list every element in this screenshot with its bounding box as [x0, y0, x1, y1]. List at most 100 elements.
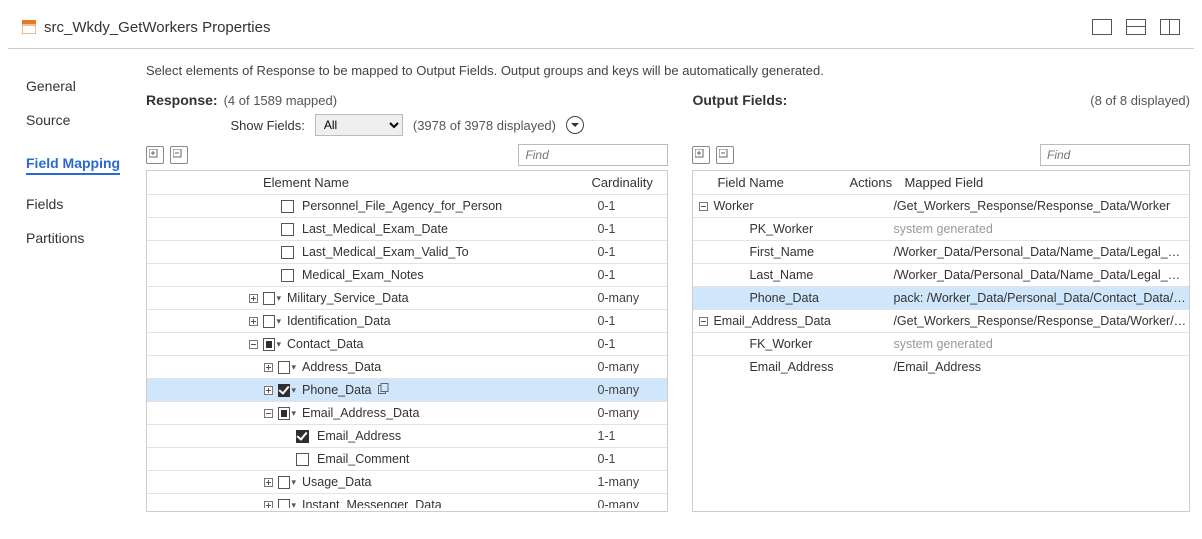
field-name[interactable]: First_Name	[749, 245, 893, 259]
map-checkbox[interactable]	[293, 453, 311, 466]
response-row[interactable]: ▾Instant_Messenger_Data0-many	[147, 493, 667, 508]
expand-toggle-icon[interactable]	[693, 202, 713, 211]
sidenav-item-source[interactable]: Source	[26, 103, 138, 137]
expand-all-button[interactable]	[146, 146, 164, 164]
cardinality-value: 0-1	[597, 452, 667, 466]
map-checkbox[interactable]: ▾	[263, 292, 281, 305]
expand-toggle-icon[interactable]	[264, 501, 278, 509]
output-row[interactable]: Worker/Get_Workers_Response/Response_Dat…	[693, 194, 1189, 217]
element-name[interactable]: Email_Address_Data	[296, 406, 597, 420]
response-row[interactable]: ▾Email_Address_Data0-many	[147, 401, 667, 424]
output-header-mapped-field: Mapped Field	[904, 175, 1183, 190]
response-row[interactable]: Last_Medical_Exam_Valid_To0-1	[147, 240, 667, 263]
element-name[interactable]: Personnel_File_Agency_for_Person	[296, 199, 597, 213]
response-row[interactable]: ▾Phone_Data0-many	[147, 378, 667, 401]
expand-toggle-icon[interactable]	[249, 294, 263, 303]
field-name[interactable]: Email_Address_Data	[713, 314, 893, 328]
expand-toggle-icon[interactable]	[264, 478, 278, 487]
expand-toggle-icon[interactable]	[249, 317, 263, 326]
map-checkbox[interactable]: ▾	[278, 407, 296, 420]
response-find-input[interactable]	[518, 144, 668, 166]
output-row[interactable]: Email_Address/Email_Address	[693, 355, 1189, 378]
layout-horizontal-split-button[interactable]	[1126, 19, 1146, 35]
cardinality-value: 0-1	[597, 245, 667, 259]
element-name[interactable]: Medical_Exam_Notes	[296, 268, 597, 282]
element-name[interactable]: Military_Service_Data	[281, 291, 597, 305]
element-name[interactable]: Email_Address	[311, 429, 597, 443]
sidenav-item-field-mapping[interactable]: Field Mapping	[26, 146, 120, 175]
response-row[interactable]: Medical_Exam_Notes0-1	[147, 263, 667, 286]
sidenav-item-general[interactable]: General	[26, 69, 138, 103]
map-checkbox[interactable]	[278, 200, 296, 213]
expand-toggle-icon[interactable]	[693, 317, 713, 326]
element-name[interactable]: Usage_Data	[296, 475, 597, 489]
element-name[interactable]: Address_Data	[296, 360, 597, 374]
field-name[interactable]: PK_Worker	[749, 222, 893, 236]
cardinality-value: 0-1	[597, 268, 667, 282]
element-name[interactable]: Instant_Messenger_Data	[296, 498, 597, 508]
output-collapse-all-button[interactable]	[716, 146, 734, 164]
output-row[interactable]: Last_Name/Worker_Data/Personal_Data/Name…	[693, 263, 1189, 286]
map-checkbox[interactable]: ▾	[278, 499, 296, 509]
element-name[interactable]: Email_Comment	[311, 452, 597, 466]
cardinality-value: 0-many	[597, 498, 667, 508]
field-name[interactable]: Worker	[713, 199, 893, 213]
layout-single-button[interactable]	[1092, 19, 1112, 35]
expand-toggle-icon[interactable]	[264, 409, 278, 418]
show-fields-select[interactable]: All	[315, 114, 403, 136]
response-row[interactable]: ▾Identification_Data0-1	[147, 309, 667, 332]
map-checkbox[interactable]	[278, 246, 296, 259]
response-row[interactable]: Email_Comment0-1	[147, 447, 667, 470]
field-name[interactable]: Phone_Data	[749, 291, 893, 305]
response-row[interactable]: Last_Medical_Exam_Date0-1	[147, 217, 667, 240]
output-row[interactable]: PK_Workersystem generated	[693, 217, 1189, 240]
sidenav-item-partitions[interactable]: Partitions	[26, 221, 138, 255]
map-checkbox[interactable]: ▾	[278, 476, 296, 489]
element-name[interactable]: Last_Medical_Exam_Valid_To	[296, 245, 597, 259]
response-row[interactable]: ▾Usage_Data1-many	[147, 470, 667, 493]
output-row[interactable]: Phone_Datapack: /Worker_Data/Personal_Da…	[693, 286, 1189, 309]
output-expand-all-button[interactable]	[692, 146, 710, 164]
element-name[interactable]: Identification_Data	[281, 314, 597, 328]
expand-toggle-icon[interactable]	[249, 340, 263, 349]
map-checkbox[interactable]: ▾	[278, 361, 296, 374]
mapped-field-value: pack: /Worker_Data/Personal_Data/Contact…	[893, 291, 1189, 305]
response-header-cardinality: Cardinality	[591, 175, 661, 190]
map-checkbox[interactable]: ▾	[278, 384, 296, 397]
output-row[interactable]: Email_Address_Data/Get_Workers_Response/…	[693, 309, 1189, 332]
response-row[interactable]: ▾Military_Service_Data0-many	[147, 286, 667, 309]
app-icon	[22, 20, 36, 34]
response-row[interactable]: Personnel_File_Agency_for_Person0-1	[147, 194, 667, 217]
mapped-field-value: /Email_Address	[893, 360, 1189, 374]
expand-toggle-icon[interactable]	[264, 386, 278, 395]
field-name[interactable]: Last_Name	[749, 268, 893, 282]
output-row[interactable]: First_Name/Worker_Data/Personal_Data/Nam…	[693, 240, 1189, 263]
response-row[interactable]: Email_Address1-1	[147, 424, 667, 447]
response-tree[interactable]: Personnel_File_Agency_for_Person0-1Last_…	[147, 194, 667, 508]
copy-icon[interactable]	[378, 383, 389, 394]
map-checkbox[interactable]	[293, 430, 311, 443]
response-row[interactable]: ▾Contact_Data0-1	[147, 332, 667, 355]
element-name[interactable]: Contact_Data	[281, 337, 597, 351]
collapse-all-button[interactable]	[170, 146, 188, 164]
field-name[interactable]: Email_Address	[749, 360, 893, 374]
map-checkbox[interactable]	[278, 223, 296, 236]
layout-vertical-split-button[interactable]	[1160, 19, 1180, 35]
element-name[interactable]: Last_Medical_Exam_Date	[296, 222, 597, 236]
filter-dropdown-button[interactable]	[566, 116, 584, 134]
map-checkbox[interactable]: ▾	[263, 315, 281, 328]
map-checkbox[interactable]	[278, 269, 296, 282]
cardinality-value: 0-1	[597, 199, 667, 213]
expand-toggle-icon[interactable]	[264, 363, 278, 372]
cardinality-value: 0-1	[597, 222, 667, 236]
map-checkbox[interactable]: ▾	[263, 338, 281, 351]
output-tree[interactable]: Worker/Get_Workers_Response/Response_Dat…	[693, 194, 1189, 508]
response-row[interactable]: ▾Address_Data0-many	[147, 355, 667, 378]
element-name[interactable]: Phone_Data	[296, 383, 597, 397]
response-displayed-count: (3978 of 3978 displayed)	[413, 118, 556, 133]
sidenav-item-fields[interactable]: Fields	[26, 187, 138, 221]
output-find-input[interactable]	[1040, 144, 1190, 166]
output-row[interactable]: FK_Workersystem generated	[693, 332, 1189, 355]
field-name[interactable]: FK_Worker	[749, 337, 893, 351]
cardinality-value: 0-many	[597, 360, 667, 374]
